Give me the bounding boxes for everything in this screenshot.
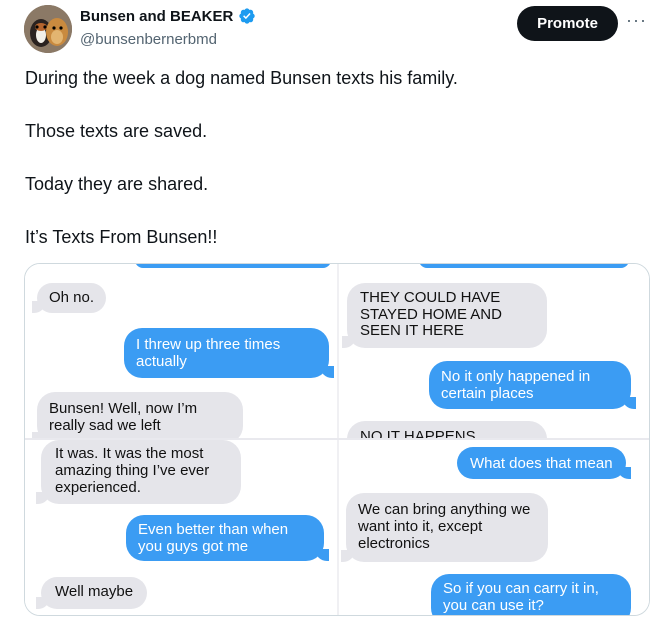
avatar[interactable] bbox=[24, 5, 72, 53]
message-bubble-received-cropped: NO IT HAPPENS bbox=[347, 421, 547, 438]
tweet-text-line-3: Today they are shared. bbox=[25, 174, 209, 194]
message-bubble-sent-cropped: So if you can carry it in, you can use i… bbox=[431, 574, 631, 615]
message-bubble-received: Bunsen! Well, now I’m really sad we left bbox=[32, 392, 243, 438]
tweet-text-line-2: Those texts are saved. bbox=[25, 121, 208, 141]
cropped-blue-bubble bbox=[419, 264, 629, 268]
tweet-text-line-1: During the week a dog named Bunsen texts… bbox=[25, 68, 458, 88]
cropped-blue-bubble bbox=[135, 264, 331, 268]
more-options-icon[interactable]: ··· bbox=[626, 10, 647, 31]
message-bubble-sent: I threw up three times actually bbox=[124, 328, 334, 378]
message-bubble-sent: What does that mean bbox=[457, 447, 631, 479]
message-bubble-received: Well maybe bbox=[35, 577, 148, 609]
collage-divider-horizontal bbox=[25, 438, 649, 440]
screenshot-panel-bottom-right: What does that mean We can bring anythin… bbox=[339, 440, 649, 615]
message-bubble-sent: No it only happened in certain places bbox=[429, 361, 636, 409]
tweet-text-line-4: It’s Texts From Bunsen!! bbox=[25, 227, 218, 247]
message-bubble-received: Oh no. bbox=[31, 283, 107, 313]
message-bubble-received: THEY COULD HAVE STAYED HOME AND SEEN IT … bbox=[342, 283, 547, 348]
screenshot-panel-top-left: Oh no. I threw up three times actually B… bbox=[25, 264, 337, 438]
author-name-row[interactable]: Bunsen and BEAKER bbox=[80, 7, 256, 25]
message-bubble-sent: Even better than when you guys got me bbox=[126, 515, 329, 561]
author-handle[interactable]: @bunsenbernerbmd bbox=[80, 31, 217, 48]
promote-button[interactable]: Promote bbox=[517, 6, 618, 41]
verified-badge-icon bbox=[239, 8, 256, 24]
screenshot-panel-top-right: THEY COULD HAVE STAYED HOME AND SEEN IT … bbox=[339, 264, 649, 438]
author-display-name[interactable]: Bunsen and BEAKER bbox=[80, 8, 233, 25]
message-bubble-received: It was. It was the most amazing thing I’… bbox=[36, 440, 241, 504]
message-bubble-received: We can bring anything we want into it, e… bbox=[341, 493, 548, 562]
tweet-media-image[interactable]: Oh no. I threw up three times actually B… bbox=[24, 263, 650, 616]
screenshot-panel-bottom-left: It was. It was the most amazing thing I’… bbox=[25, 440, 337, 615]
